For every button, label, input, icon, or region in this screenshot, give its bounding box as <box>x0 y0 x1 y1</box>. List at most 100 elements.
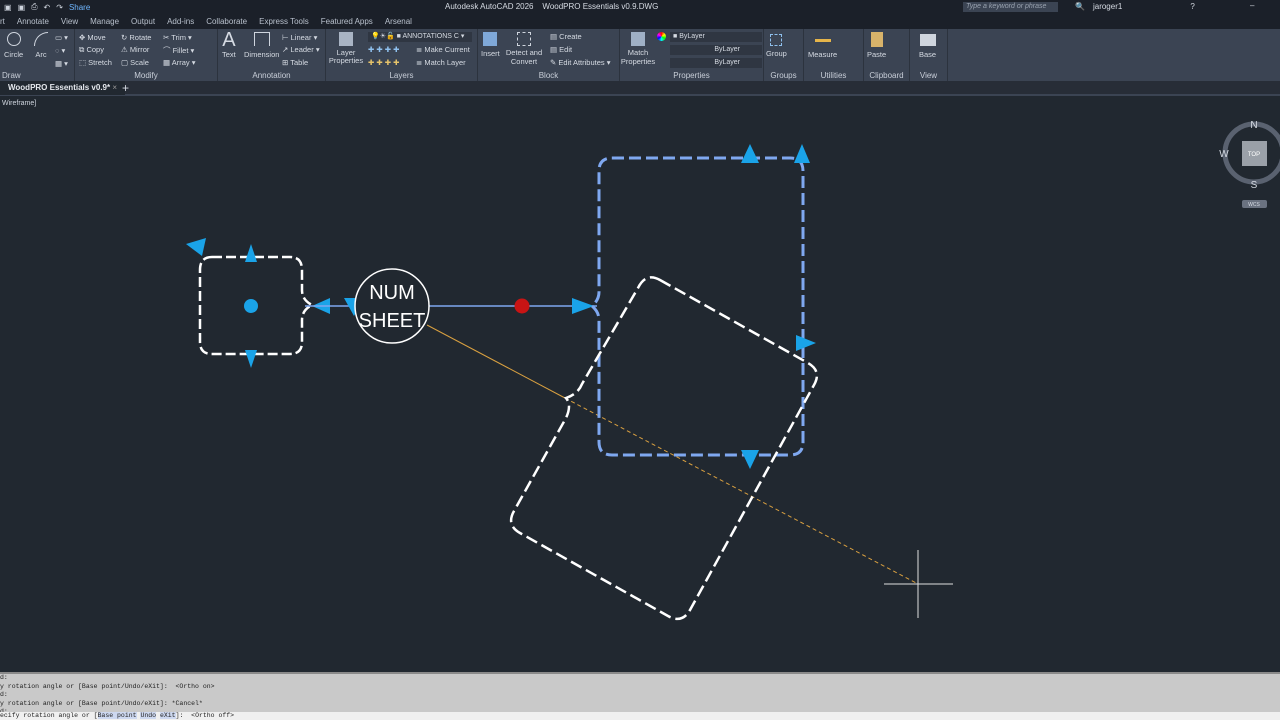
layer-properties-button[interactable]: Layer Properties <box>328 32 364 65</box>
make-current-button[interactable]: ≣ Make Current <box>416 45 470 54</box>
command-history-line: d: <box>0 691 8 698</box>
rectangle-icon[interactable]: ▭ ▾ <box>55 33 68 42</box>
tab-arsenal[interactable]: Arsenal <box>385 17 412 26</box>
gradient-icon[interactable]: ▦ ▾ <box>55 59 68 68</box>
drawing-viewport[interactable]: Wireframe] NUM SHEET TOP N W S WCS <box>0 96 1280 672</box>
tab-annotate[interactable]: Annotate <box>17 17 49 26</box>
undo-icon[interactable]: ↶ <box>44 3 51 12</box>
leader-button[interactable]: ↗ Leader ▾ <box>282 45 320 54</box>
panel-title[interactable]: Draw <box>0 71 74 80</box>
panel-properties: Match Properties ■ ByLayer ByLayer ByLay… <box>620 29 764 81</box>
drawing-canvas[interactable]: NUM SHEET TOP N W S WCS <box>0 96 1280 672</box>
arc-button[interactable]: Arc <box>34 32 48 59</box>
group-button[interactable]: Group <box>766 34 787 58</box>
grip-arrow-up[interactable] <box>245 244 257 262</box>
fillet-button[interactable]: ⌒ Fillet ▾ <box>163 45 194 56</box>
paste-button[interactable]: Paste <box>867 32 886 59</box>
dimension-button[interactable]: Dimension <box>244 32 279 59</box>
panel-title[interactable]: Block <box>478 71 619 80</box>
redo-icon[interactable]: ↷ <box>56 3 63 12</box>
match-properties-button[interactable]: Match Properties <box>620 32 656 66</box>
option-exit[interactable]: eXit <box>159 711 176 719</box>
base-button[interactable]: Base <box>919 34 936 59</box>
grip-arrow-down[interactable] <box>245 350 257 368</box>
layer-tools-icons[interactable]: ✚ ✚ ✚ ✚ <box>368 45 399 54</box>
move-button[interactable]: ✥ Move <box>79 33 106 42</box>
scale-button[interactable]: ▢ Scale <box>121 58 149 67</box>
tab-featured-apps[interactable]: Featured Apps <box>321 17 373 26</box>
panel-title[interactable]: View <box>910 71 947 80</box>
document-tab[interactable]: WoodPRO Essentials v0.9* × <box>0 81 126 95</box>
linear-button[interactable]: ⊢ Linear ▾ <box>282 33 317 42</box>
panel-draw: Circle Arc ▭ ▾ ◌ ▾ ▦ ▾ Draw <box>0 29 75 81</box>
share-button[interactable]: Share <box>69 3 90 12</box>
measure-button[interactable]: Measure <box>808 34 837 59</box>
edit-attributes-button[interactable]: ✎ Edit Attributes ▾ <box>550 58 611 67</box>
save-icon[interactable]: ▣ <box>4 3 12 12</box>
selected-block-outline[interactable] <box>589 156 805 457</box>
compass-s: S <box>1251 180 1258 191</box>
panel-title[interactable]: Utilities <box>804 71 863 80</box>
search-icon[interactable]: 🔍 <box>1075 2 1085 11</box>
copy-button[interactable]: ⧉ Copy <box>79 45 104 55</box>
grip-side[interactable] <box>796 335 816 351</box>
grip-center[interactable] <box>244 299 258 313</box>
insert-button[interactable]: Insert <box>481 32 500 58</box>
panel-layers: Layer Properties 💡☀🔓 ■ ANNOTATIONS C ▾ ✚… <box>326 29 478 81</box>
print-icon[interactable]: ⎙ <box>31 2 37 12</box>
rotate-button[interactable]: ↻ Rotate <box>121 33 151 42</box>
tab-addins[interactable]: Add-ins <box>167 17 194 26</box>
panel-view: Base View <box>910 29 948 81</box>
new-tab-button[interactable]: + <box>122 81 129 95</box>
tab[interactable]: rt <box>0 17 5 26</box>
color-wheel-icon <box>657 32 666 41</box>
table-button[interactable]: ⊞ Table <box>282 58 308 67</box>
circle-button[interactable]: Circle <box>4 32 23 59</box>
close-icon[interactable]: × <box>112 83 117 92</box>
panel-title[interactable]: Modify <box>75 71 217 80</box>
tab-manage[interactable]: Manage <box>90 17 119 26</box>
linetype-dropdown[interactable]: ByLayer <box>670 58 762 68</box>
hatch-icon[interactable]: ◌ ▾ <box>55 46 65 55</box>
layer-dropdown[interactable]: 💡☀🔓 ■ ANNOTATIONS C ▾ <box>368 32 472 42</box>
tab-output[interactable]: Output <box>131 17 155 26</box>
lineweight-dropdown[interactable]: ByLayer <box>670 45 762 55</box>
match-layer-button[interactable]: ≣ Match Layer <box>416 58 466 67</box>
viewcube-top[interactable]: TOP <box>1248 152 1260 158</box>
detect-convert-button[interactable]: Detect and Convert <box>504 32 544 66</box>
tag-num: NUM <box>369 282 415 304</box>
panel-title[interactable]: Properties <box>620 71 763 80</box>
color-dropdown[interactable]: ■ ByLayer <box>670 32 762 42</box>
tab-collaborate[interactable]: Collaborate <box>206 17 247 26</box>
grip-top-right[interactable] <box>794 144 810 163</box>
text-button[interactable]: A Text <box>222 30 236 59</box>
wcs-menu[interactable]: WCS <box>1248 202 1260 208</box>
panel-title[interactable]: Groups <box>764 71 803 80</box>
search-input[interactable]: Type a keyword or phrase <box>963 2 1058 12</box>
user-account[interactable]: jaroger1 <box>1093 2 1122 11</box>
create-block-button[interactable]: ▤ Create <box>550 32 582 41</box>
tab-express-tools[interactable]: Express Tools <box>259 17 309 26</box>
panel-title[interactable]: Annotation <box>218 71 325 80</box>
edit-block-button[interactable]: ▤ Edit <box>550 45 572 54</box>
option-base-point[interactable]: Base point <box>97 711 137 719</box>
panel-title[interactable]: Layers <box>326 71 477 80</box>
minimize-button[interactable]: – <box>1250 1 1254 10</box>
help-icon[interactable]: ? <box>1190 2 1194 11</box>
viewcube[interactable]: TOP N W S WCS <box>1219 120 1280 208</box>
hot-grip[interactable] <box>514 298 530 314</box>
mirror-button[interactable]: ⚠ Mirror <box>121 45 149 54</box>
stretch-button[interactable]: ⬚ Stretch <box>79 58 112 67</box>
tab-view[interactable]: View <box>61 17 78 26</box>
grip-bottom[interactable] <box>741 450 759 469</box>
option-undo[interactable]: Undo <box>140 711 157 719</box>
panel-title[interactable]: Clipboard <box>864 71 909 80</box>
command-line-input[interactable]: ecify rotation angle or [Base point Undo… <box>0 711 1280 720</box>
saveas-icon[interactable]: ▣ <box>18 3 26 12</box>
layer-tools-icons-2[interactable]: ✚ ✚ ✚ ✚ <box>368 58 399 67</box>
grip-rotate[interactable] <box>186 238 206 256</box>
grip-top[interactable] <box>741 144 759 163</box>
trim-button[interactable]: ✂ Trim ▾ <box>163 33 192 42</box>
array-button[interactable]: ▦ Array ▾ <box>163 58 196 67</box>
compass-w: W <box>1219 149 1229 160</box>
